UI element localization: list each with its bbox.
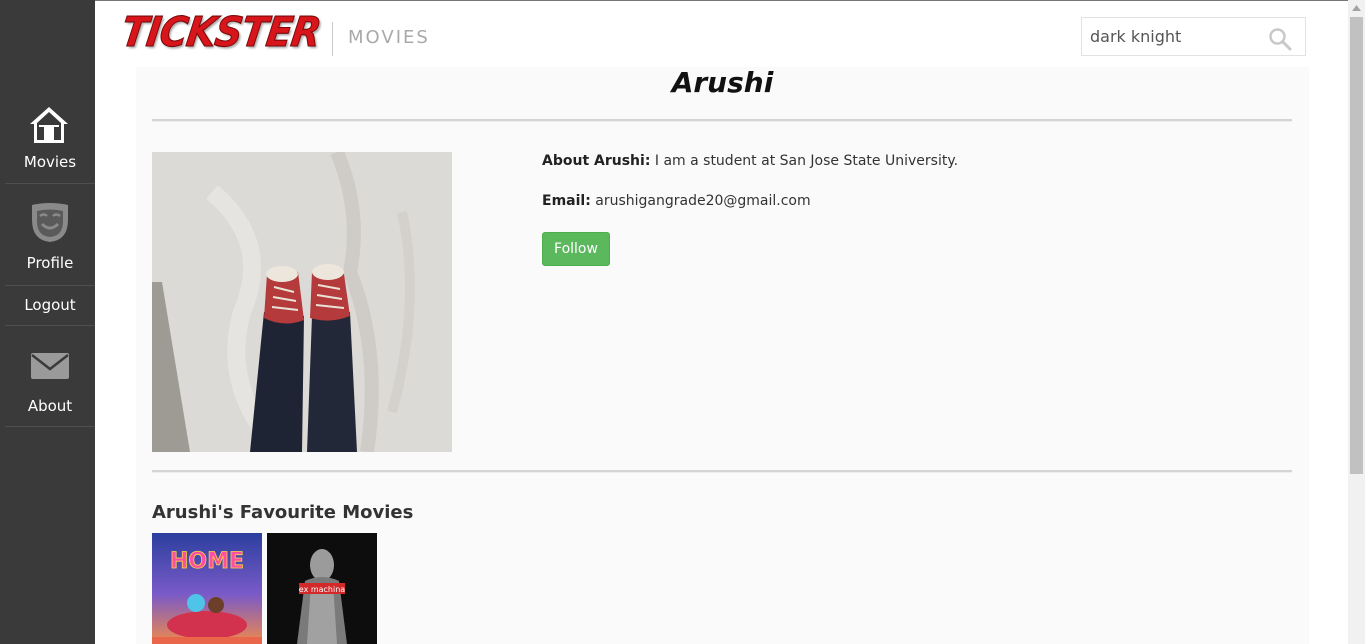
search-icon[interactable] bbox=[1268, 27, 1292, 51]
envelope-icon bbox=[31, 353, 69, 379]
sidebar-item-about[interactable]: About bbox=[5, 326, 95, 427]
scrollbar-thumb[interactable] bbox=[1350, 17, 1363, 474]
divider bbox=[152, 119, 1292, 122]
follow-button[interactable]: Follow bbox=[542, 232, 610, 266]
about-text: About Arushi: I am a student at San Jose… bbox=[542, 153, 958, 169]
movie-poster-home[interactable]: HOME bbox=[152, 533, 262, 644]
home-icon bbox=[30, 107, 68, 143]
favourite-movies-heading: Arushi's Favourite Movies bbox=[152, 502, 414, 523]
mask-icon bbox=[32, 203, 68, 242]
profile-photo bbox=[152, 152, 452, 452]
search-box bbox=[1081, 17, 1306, 56]
email-label: Email: bbox=[542, 193, 591, 209]
header-divider bbox=[332, 22, 333, 56]
vertical-scrollbar[interactable] bbox=[1348, 0, 1365, 644]
sidebar-item-label: Logout bbox=[24, 296, 76, 314]
sidebar-item-profile[interactable]: Profile bbox=[5, 184, 95, 286]
about-label: About Arushi: bbox=[542, 153, 651, 169]
email-text: Email: arushigangrade20@gmail.com bbox=[542, 193, 811, 209]
user-name-heading: Arushi bbox=[671, 66, 774, 99]
window-top-border bbox=[95, 0, 1365, 1]
sidebar-item-logout[interactable]: Logout bbox=[5, 286, 95, 326]
search-input[interactable] bbox=[1082, 18, 1262, 55]
sidebar-item-label: About bbox=[27, 397, 73, 415]
poster-title-text: HOME bbox=[170, 549, 244, 574]
scroll-up-arrow-icon[interactable] bbox=[1348, 0, 1365, 17]
email-value: arushigangrade20@gmail.com bbox=[590, 193, 811, 209]
sidebar-item-label: Movies bbox=[23, 153, 77, 171]
tickster-logo[interactable]: TICKSTER bbox=[118, 8, 324, 60]
about-value: I am a student at San Jose State Univers… bbox=[650, 153, 959, 169]
poster-title-text: ex machina bbox=[299, 585, 346, 594]
sidebar-item-label: Profile bbox=[26, 254, 74, 272]
sidebar-item-movies[interactable]: Movies bbox=[5, 95, 95, 184]
logo-text: TICKSTER bbox=[118, 8, 324, 57]
divider bbox=[152, 470, 1292, 473]
sidebar: Movies Profile Logout About bbox=[0, 0, 95, 644]
movie-poster-ex-machina[interactable]: ex machina bbox=[267, 533, 377, 644]
section-title: MOVIES bbox=[348, 27, 430, 48]
